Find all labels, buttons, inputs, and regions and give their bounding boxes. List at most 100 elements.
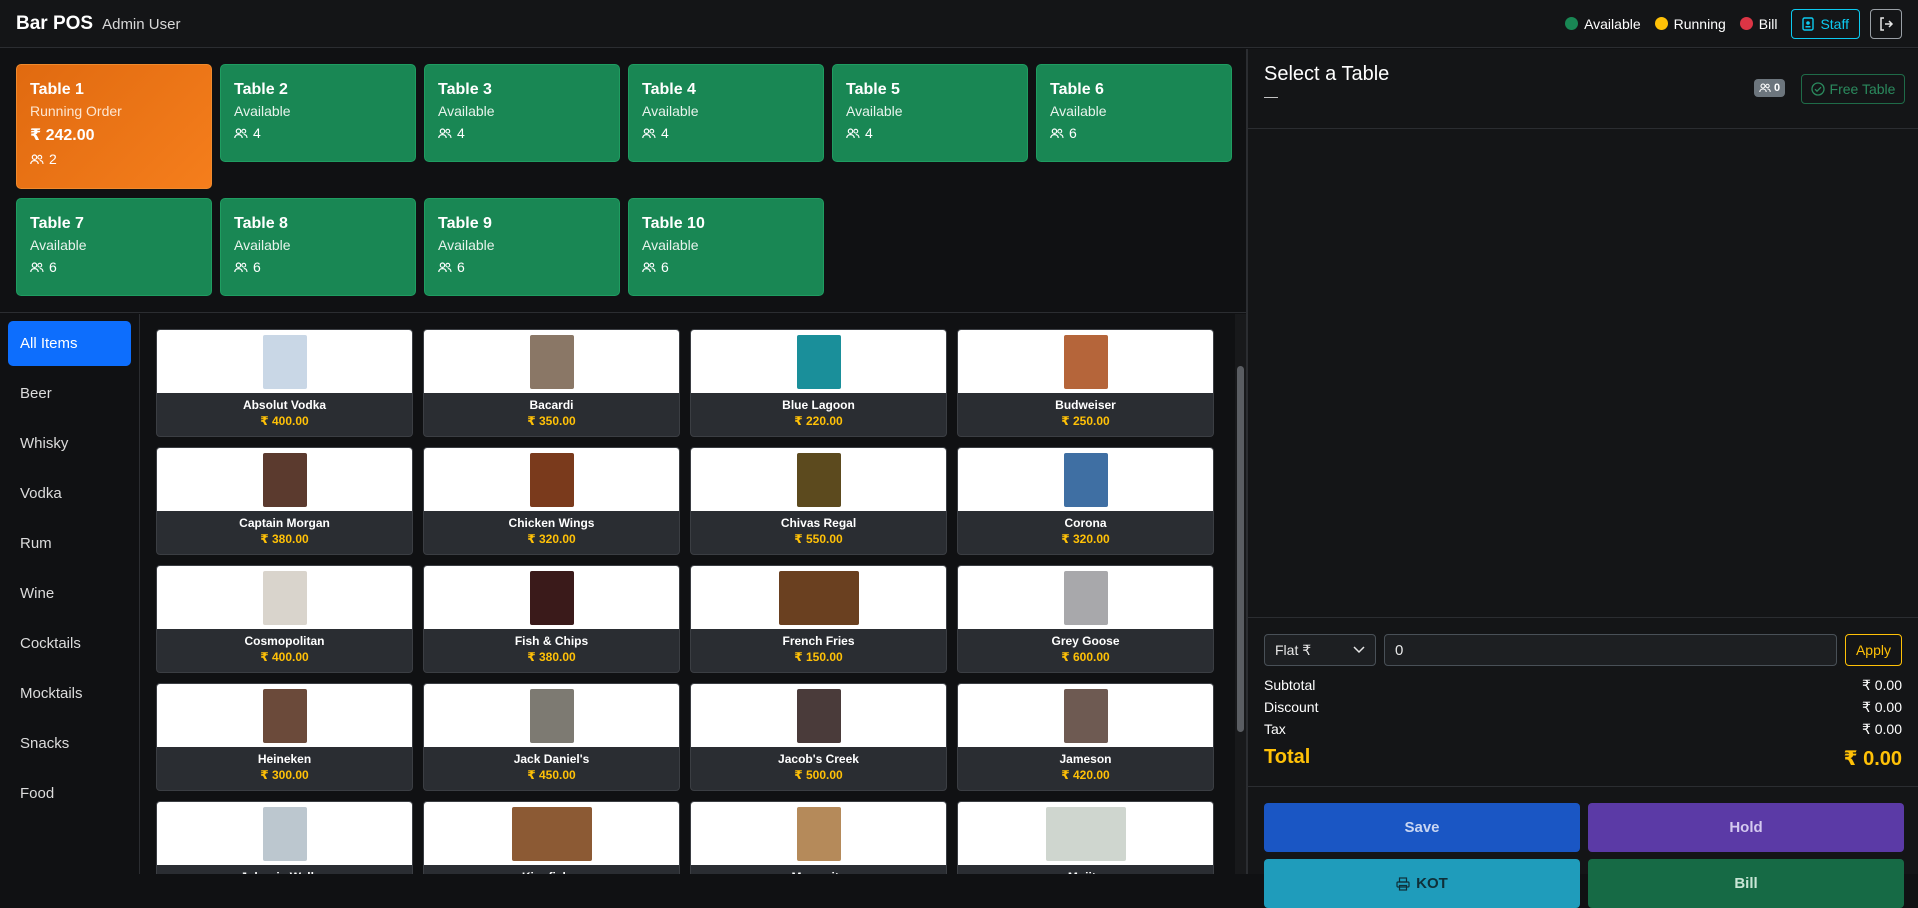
table-card-9[interactable]: Table 9 Available 6 (424, 198, 620, 296)
menu-item-card[interactable]: Kingfisher (423, 801, 680, 874)
category-beer[interactable]: Beer (8, 371, 131, 416)
save-button[interactable]: Save (1264, 803, 1580, 852)
top-bar: Bar POS Admin User Available Running Bil… (0, 0, 1918, 48)
table-seats: 2 (30, 151, 198, 167)
item-photo (262, 806, 307, 861)
item-name: Cosmopolitan (244, 634, 325, 648)
menu-item-card[interactable]: Fish & Chips ₹ 380.00 (423, 565, 680, 673)
category-cocktails[interactable]: Cocktails (8, 621, 131, 666)
people-icon (30, 261, 44, 272)
table-name: Table 5 (846, 81, 900, 98)
scroll-thumb[interactable] (1237, 366, 1244, 732)
item-photo (1063, 334, 1108, 389)
item-price: ₹ 220.00 (794, 414, 843, 428)
menu-item-card[interactable]: Blue Lagoon ₹ 220.00 (690, 329, 947, 437)
category-wine[interactable]: Wine (8, 571, 131, 616)
category-all-items[interactable]: All Items (8, 321, 131, 366)
menu-item-card[interactable]: Chicken Wings ₹ 320.00 (423, 447, 680, 555)
table-status: Available (30, 237, 87, 253)
table-card-2[interactable]: Table 2 Available 4 (220, 64, 416, 162)
item-name: French Fries (782, 634, 855, 648)
table-seats: 4 (642, 125, 810, 141)
item-image (691, 802, 946, 865)
legend-running: Running (1654, 16, 1726, 32)
menu-item-card[interactable]: Margarita (690, 801, 947, 874)
free-table-button[interactable]: Free Table (1801, 74, 1905, 104)
legend-bill: Bill (1739, 16, 1777, 32)
item-photo (1063, 452, 1108, 507)
item-name: Absolut Vodka (242, 398, 327, 412)
apply-discount-button[interactable]: Apply (1844, 634, 1902, 666)
menu-item-card[interactable]: Grey Goose ₹ 600.00 (957, 565, 1214, 673)
item-name: Margarita (691, 870, 946, 874)
hold-button[interactable]: Hold (1588, 803, 1904, 852)
item-photo (1063, 570, 1108, 625)
legend-available: Available (1565, 16, 1641, 32)
table-card-7[interactable]: Table 7 Available 6 (16, 198, 212, 296)
user-name: Admin User (102, 16, 181, 33)
table-status: Running Order (30, 103, 122, 119)
category-sidebar: All Items Beer Whisky Vodka Rum Wine Cocktails… (0, 314, 140, 874)
item-photo (1045, 806, 1126, 861)
discount-input[interactable] (1384, 634, 1837, 666)
staff-button[interactable]: Staff (1791, 8, 1860, 39)
menu-item-card[interactable]: Absolut Vodka ₹ 400.00 (156, 329, 413, 437)
table-card-8[interactable]: Table 8 Available 6 (220, 198, 416, 296)
table-card-10[interactable]: Table 10 Available 6 (628, 198, 824, 296)
menu-item-card[interactable]: Chivas Regal ₹ 550.00 (690, 447, 947, 555)
table-name: Table 9 (438, 215, 492, 232)
kot-button[interactable]: KOT (1264, 859, 1580, 908)
menu-item-card[interactable]: Captain Morgan ₹ 380.00 (156, 447, 413, 555)
table-card-4[interactable]: Table 4 Available 4 (628, 64, 824, 162)
table-card-5[interactable]: Table 5 Available 4 (832, 64, 1028, 162)
menu-item-card[interactable]: Cosmopolitan ₹ 400.00 (156, 565, 413, 673)
menu-item-card[interactable]: Corona ₹ 320.00 (957, 447, 1214, 555)
item-price: ₹ 300.00 (260, 768, 309, 782)
item-name: Johnnie Walker (157, 870, 412, 874)
menu-item-card[interactable]: French Fries ₹ 150.00 (690, 565, 947, 673)
people-icon (234, 127, 248, 138)
menu-item-card[interactable]: Jacob's Creek ₹ 500.00 (690, 683, 947, 791)
menu-item-card[interactable]: Heineken ₹ 300.00 (156, 683, 413, 791)
item-image (691, 566, 946, 629)
logout-button[interactable] (1870, 8, 1902, 39)
menu-scrollbar[interactable] (1235, 314, 1246, 874)
menu-item-card[interactable]: Bacardi ₹ 350.00 (423, 329, 680, 437)
item-name: Heineken (257, 752, 312, 766)
menu-item-card[interactable]: Jameson ₹ 420.00 (957, 683, 1214, 791)
item-price: ₹ 600.00 (1061, 650, 1110, 664)
table-status: Available (438, 103, 495, 119)
category-rum[interactable]: Rum (8, 521, 131, 566)
item-price: ₹ 450.00 (527, 768, 576, 782)
item-name: Budweiser (1055, 398, 1116, 412)
item-image (424, 566, 679, 629)
people-icon (642, 127, 656, 138)
category-food[interactable]: Food (8, 771, 131, 816)
table-name: Table 1 (30, 81, 84, 98)
people-icon (1759, 83, 1771, 93)
category-vodka[interactable]: Vodka (8, 471, 131, 516)
menu-item-card[interactable]: Jack Daniel's ₹ 450.00 (423, 683, 680, 791)
bill-button[interactable]: Bill (1588, 859, 1904, 908)
guest-count-badge: 0 (1754, 79, 1786, 97)
table-seats: 6 (1050, 125, 1218, 141)
menu-item-card[interactable]: Johnnie Walker (156, 801, 413, 874)
discount-type-select[interactable]: Flat ₹ (1264, 634, 1376, 666)
item-photo (262, 452, 307, 507)
table-card-3[interactable]: Table 3 Available 4 (424, 64, 620, 162)
item-name: Jacob's Creek (778, 752, 859, 766)
category-whisky[interactable]: Whisky (8, 421, 131, 466)
category-snacks[interactable]: Snacks (8, 721, 131, 766)
total-value: ₹ 0.00 (1843, 748, 1902, 770)
item-photo (529, 570, 574, 625)
category-mocktails[interactable]: Mocktails (8, 671, 131, 716)
table-card-1[interactable]: Table 1 Running Order ₹ 242.00 2 (16, 64, 212, 189)
menu-item-card[interactable]: Mojito (957, 801, 1214, 874)
item-photo (529, 452, 574, 507)
logout-icon (1880, 16, 1894, 31)
table-seats: 6 (30, 259, 198, 275)
menu-grid: Absolut Vodka ₹ 400.00 Bacardi ₹ 350.00 Blue… (141, 314, 1235, 874)
subtotal-value: ₹ 0.00 (1861, 677, 1902, 693)
menu-item-card[interactable]: Budweiser ₹ 250.00 (957, 329, 1214, 437)
table-card-6[interactable]: Table 6 Available 6 (1036, 64, 1232, 162)
